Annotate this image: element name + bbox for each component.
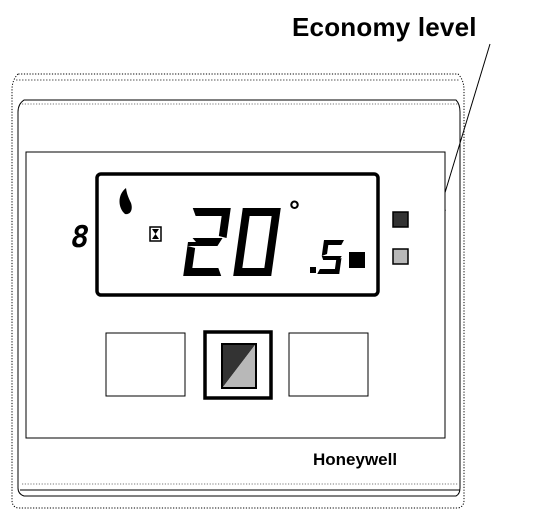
degree-symbol: ° [288, 197, 301, 227]
economy-level-indicator [392, 248, 409, 265]
right-button[interactable] [288, 332, 369, 397]
left-button[interactable] [105, 332, 186, 397]
active-level-marker [349, 252, 365, 268]
comfort-economy-toggle-icon [221, 343, 257, 389]
thermostat-diagram: 8 ° [11, 43, 491, 509]
decimal-point [310, 267, 316, 273]
brand-label: Honeywell [313, 450, 398, 469]
callout-line [443, 43, 491, 197]
lcd-display: 8 ° [68, 172, 380, 297]
comfort-level-indicator [392, 211, 409, 228]
